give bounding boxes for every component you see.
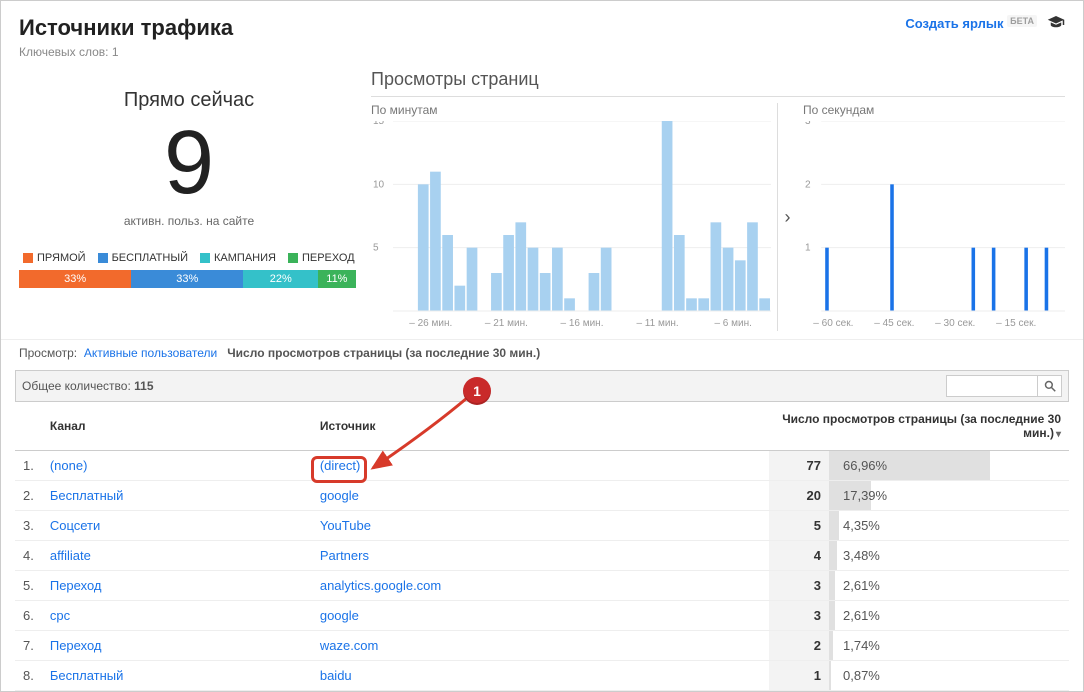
pageviews-title: Просмотры страниц — [371, 69, 1065, 90]
svg-text:3: 3 — [805, 121, 811, 127]
active-users-count: 9 — [19, 118, 359, 208]
row-source[interactable]: google — [312, 481, 769, 511]
row-source[interactable]: waze.com — [312, 631, 769, 661]
col-channel[interactable]: Канал — [42, 402, 312, 451]
legend-item[interactable]: КАМПАНИЯ — [200, 252, 276, 264]
chart-per-second: 1 2 3 – 60 сек. – 45 сек. – 30 сек. – 15 сек. — [803, 121, 1065, 331]
row-percent: 2,61% — [829, 571, 1069, 601]
row-channel[interactable]: Бесплатный — [42, 481, 312, 511]
row-percent: 2,61% — [829, 601, 1069, 631]
row-index: 4. — [15, 541, 42, 571]
table-row: 1.(none)(direct)7766,96% — [15, 451, 1069, 481]
chart-second-label: По секундам — [803, 103, 1065, 117]
row-channel[interactable]: Переход — [42, 571, 312, 601]
svg-text:– 6 мин.: – 6 мин. — [714, 318, 751, 329]
chart-per-minute: 5 10 15 – 26 мин. – 21 мин. – 16 мин. – 11 мин… — [371, 121, 771, 331]
traffic-share-bar: 33%33%22%11% — [19, 270, 359, 288]
svg-text:15: 15 — [373, 121, 385, 127]
row-channel[interactable]: Соцсети — [42, 511, 312, 541]
row-count: 77 — [769, 451, 829, 481]
table-row: 3.СоцсетиYouTube54,35% — [15, 511, 1069, 541]
row-index: 7. — [15, 631, 42, 661]
table-row: 4.affiliatePartners43,48% — [15, 541, 1069, 571]
search-icon[interactable] — [1037, 376, 1061, 396]
row-percent: 3,48% — [829, 541, 1069, 571]
row-percent: 17,39% — [829, 481, 1069, 511]
row-index: 1. — [15, 451, 42, 481]
svg-text:– 30 сек.: – 30 сек. — [935, 318, 975, 329]
row-count: 3 — [769, 571, 829, 601]
svg-text:2: 2 — [805, 179, 811, 190]
row-channel[interactable]: Переход — [42, 631, 312, 661]
graduation-cap-icon[interactable] — [1047, 15, 1065, 32]
legend-item[interactable]: БЕСПЛАТНЫЙ — [98, 252, 188, 264]
row-index: 3. — [15, 511, 42, 541]
row-source[interactable]: YouTube — [312, 511, 769, 541]
row-index: 2. — [15, 481, 42, 511]
right-now-label: Прямо сейчас — [19, 89, 359, 112]
table-row: 8.Бесплатныйbaidu10,87% — [15, 661, 1069, 691]
sort-desc-icon: ▾ — [1056, 429, 1061, 440]
svg-text:10: 10 — [373, 179, 385, 190]
row-count: 5 — [769, 511, 829, 541]
row-count: 1 — [769, 661, 829, 691]
row-percent: 66,96% — [829, 451, 1069, 481]
annotation-badge-1: 1 — [463, 377, 491, 405]
row-index: 8. — [15, 661, 42, 691]
svg-text:– 16 мин.: – 16 мин. — [560, 318, 603, 329]
row-channel[interactable]: affiliate — [42, 541, 312, 571]
row-channel[interactable]: cpc — [42, 601, 312, 631]
svg-text:5: 5 — [373, 243, 379, 254]
table-row: 7.Переходwaze.com21,74% — [15, 631, 1069, 661]
total-label: Общее количество: 115 — [22, 379, 154, 393]
row-channel[interactable]: Бесплатный — [42, 661, 312, 691]
svg-text:– 26 мин.: – 26 мин. — [409, 318, 452, 329]
col-metric[interactable]: Число просмотров страницы (за последние … — [769, 402, 1069, 451]
row-count: 3 — [769, 601, 829, 631]
row-percent: 4,35% — [829, 511, 1069, 541]
view-pageviews-30min[interactable]: Число просмотров страницы (за последние … — [227, 346, 540, 360]
chart-minute-label: По минутам — [371, 103, 771, 117]
svg-text:– 11 мин.: – 11 мин. — [636, 318, 678, 329]
row-source[interactable]: baidu — [312, 661, 769, 691]
svg-text:– 15 сек.: – 15 сек. — [996, 318, 1036, 329]
table-row: 2.Бесплатныйgoogle2017,39% — [15, 481, 1069, 511]
legend-item[interactable]: ПЕРЕХОД — [288, 252, 355, 264]
row-index: 6. — [15, 601, 42, 631]
row-channel[interactable]: (none) — [42, 451, 312, 481]
svg-text:– 45 сек.: – 45 сек. — [874, 318, 914, 329]
create-shortcut-link[interactable]: Создать ярлык БЕТА — [905, 16, 1037, 31]
svg-text:– 21 мин.: – 21 мин. — [485, 318, 528, 329]
legend-item[interactable]: ПРЯМОЙ — [23, 252, 86, 264]
chart-next-icon[interactable]: › — [777, 103, 797, 331]
row-percent: 1,74% — [829, 631, 1069, 661]
row-percent: 0,87% — [829, 661, 1069, 691]
page-title: Источники трафика — [19, 15, 233, 41]
table-search-input[interactable] — [947, 376, 1037, 396]
row-count: 2 — [769, 631, 829, 661]
beta-badge: БЕТА — [1007, 15, 1037, 27]
row-source[interactable]: analytics.google.com — [312, 571, 769, 601]
table-row: 6.cpcgoogle32,61% — [15, 601, 1069, 631]
page-subtitle: Ключевых слов: 1 — [19, 45, 233, 59]
svg-text:– 60 сек.: – 60 сек. — [813, 318, 853, 329]
view-active-users-link[interactable]: Активные пользователи — [84, 346, 217, 360]
view-selector-row: Просмотр: Активные пользователи Число пр… — [1, 339, 1083, 366]
row-source[interactable]: google — [312, 601, 769, 631]
row-count: 4 — [769, 541, 829, 571]
row-count: 20 — [769, 481, 829, 511]
table-row: 5.Переходanalytics.google.com32,61% — [15, 571, 1069, 601]
svg-text:1: 1 — [805, 243, 811, 254]
row-source[interactable]: Partners — [312, 541, 769, 571]
active-users-label: активн. польз. на сайте — [19, 214, 359, 228]
row-index: 5. — [15, 571, 42, 601]
